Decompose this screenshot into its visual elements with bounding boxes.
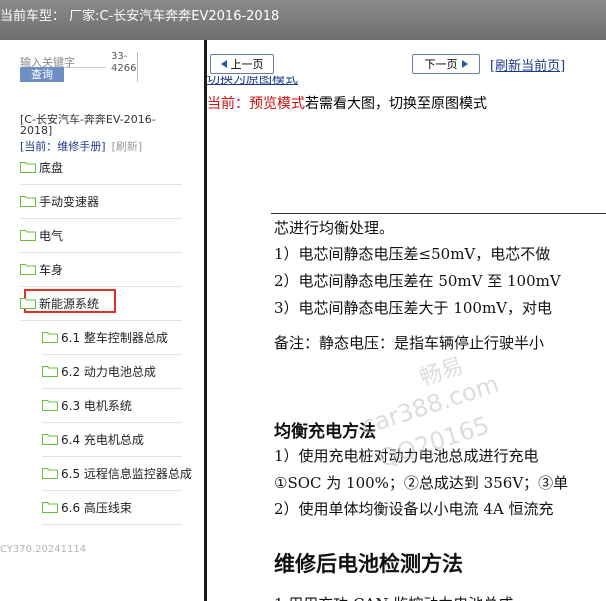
sidebar-item-label: 6.5 远程信息监控器总成 [61, 466, 192, 481]
sidebar-item-label: 车身 [39, 262, 64, 277]
doc-line: 2）使用单体均衡设备以小电流 4A 恒流充 [274, 500, 554, 518]
folder-icon [42, 332, 58, 343]
sidebar-item-charger[interactable]: 6.4 充电机总成 [42, 422, 144, 456]
document-page-image: 芯进行均衡处理。 1）电芯间静态电压差≤50mV，电芯不做 2）电芯间静态电压差… [207, 116, 606, 601]
doc-line: 1 用用充功 CAN 监控动力电池总成 [274, 593, 513, 601]
preview-mode-label: 当前：预览模式 [207, 96, 305, 112]
sidebar-item-telematics[interactable]: 6.5 远程信息监控器总成 [42, 456, 192, 490]
preview-hint: 若需看大图，切换至原图模式 [305, 96, 487, 112]
folder-icon [20, 298, 36, 309]
sidebar-item-electrical[interactable]: 电气 [20, 218, 63, 252]
folder-icon [42, 366, 58, 377]
sidebar-item-label: 新能源系统 [39, 296, 100, 311]
switch-original-link[interactable]: 切换为原图模式 [207, 76, 298, 88]
sidebar-item-new-energy-system[interactable]: 新能源系统 [20, 286, 99, 320]
sidebar-item-label: 6.3 电机系统 [61, 398, 132, 413]
sidebar-item-label: 电气 [39, 228, 64, 243]
vehicle-title: 当前车型： 厂家:C-长安汽车奔奔EV2016-2018 [0, 9, 280, 24]
page-rule [271, 213, 606, 214]
folder-icon [42, 434, 58, 445]
sidebar-item-manual-transmission[interactable]: 手动变速器 [20, 184, 99, 218]
sidebar-item-label: 手动变速器 [39, 194, 100, 209]
preview-mode-line: 当前：预览模式若需看大图，切换至原图模式 [207, 93, 487, 113]
doc-line: ①SOC 为 100%；②总成达到 356V；③单 [274, 474, 569, 492]
sidebar-item-vehicle-controller[interactable]: 6.1 整车控制器总成 [42, 320, 168, 354]
arrow-left-icon [220, 60, 227, 68]
sidebar-item-chassis[interactable]: 底盘 [20, 150, 63, 184]
sidebar-item-label: 底盘 [39, 160, 64, 175]
search-area: 输入关键字 查询 33-4266 [0, 40, 204, 100]
sidebar-item-label: 6.6 高压线束 [61, 500, 132, 515]
next-page-label: 下一页 [424, 58, 458, 71]
vehicle-breadcrumb: [C-长安汽车-奔奔EV-2016-2018] [20, 113, 156, 137]
sidebar-item-label: 6.1 整车控制器总成 [61, 330, 168, 345]
title-bar: 当前车型： 厂家:C-长安汽车奔奔EV2016-2018 [0, 0, 606, 40]
sidebar-item-hv-harness[interactable]: 6.6 高压线束 [42, 490, 132, 524]
folder-icon [20, 196, 36, 207]
sidebar-item-body[interactable]: 车身 [20, 252, 63, 286]
sidebar-item-battery-pack[interactable]: 6.2 动力电池总成 [42, 354, 156, 388]
refresh-page-link[interactable]: [刷新当前页] [490, 55, 565, 74]
sidebar-item-label: 6.2 动力电池总成 [61, 364, 156, 379]
arrow-right-icon [461, 60, 468, 68]
doc-line: 芯进行均衡处理。 [274, 219, 395, 237]
prev-page-button[interactable]: 上一页 [210, 54, 274, 74]
page-toolbar: 上一页 下一页 [刷新当前页] [207, 42, 606, 79]
doc-line: 1）电芯间静态电压差≤50mV，电芯不做 [274, 245, 551, 263]
doc-heading: 维修后电池检测方法 [274, 552, 463, 576]
doc-line: 3）电芯间静态电压差大于 100mV，对电 [274, 299, 552, 317]
sidebar: 输入关键字 查询 33-4266 [C-长安汽车-奔奔EV-2016-2018]… [0, 40, 204, 601]
prev-page-label: 上一页 [230, 58, 264, 71]
refresh-link[interactable]: [刷新] [112, 140, 143, 153]
divider [42, 524, 182, 525]
folder-icon [20, 264, 36, 275]
folder-icon [42, 502, 58, 513]
search-button[interactable]: 查询 [20, 67, 64, 82]
folder-icon [20, 162, 36, 173]
folder-icon [42, 400, 58, 411]
document-panel: 上一页 下一页 [刷新当前页] 切换为原图模式 当前：预览模式若需看大图，切换至… [204, 40, 606, 601]
doc-line: 备注：静态电压：是指车辆停止行驶半小 [274, 334, 545, 352]
divider [137, 52, 138, 82]
folder-icon [42, 468, 58, 479]
next-page-button[interactable]: 下一页 [412, 54, 480, 74]
sidebar-item-label: 6.4 充电机总成 [61, 432, 144, 447]
version-label: CY370.20241114 [0, 544, 87, 555]
sidebar-item-motor-system[interactable]: 6.3 电机系统 [42, 388, 132, 422]
folder-icon [20, 230, 36, 241]
doc-line: 2）电芯间静态电压差在 50mV 至 100mV [274, 272, 561, 290]
